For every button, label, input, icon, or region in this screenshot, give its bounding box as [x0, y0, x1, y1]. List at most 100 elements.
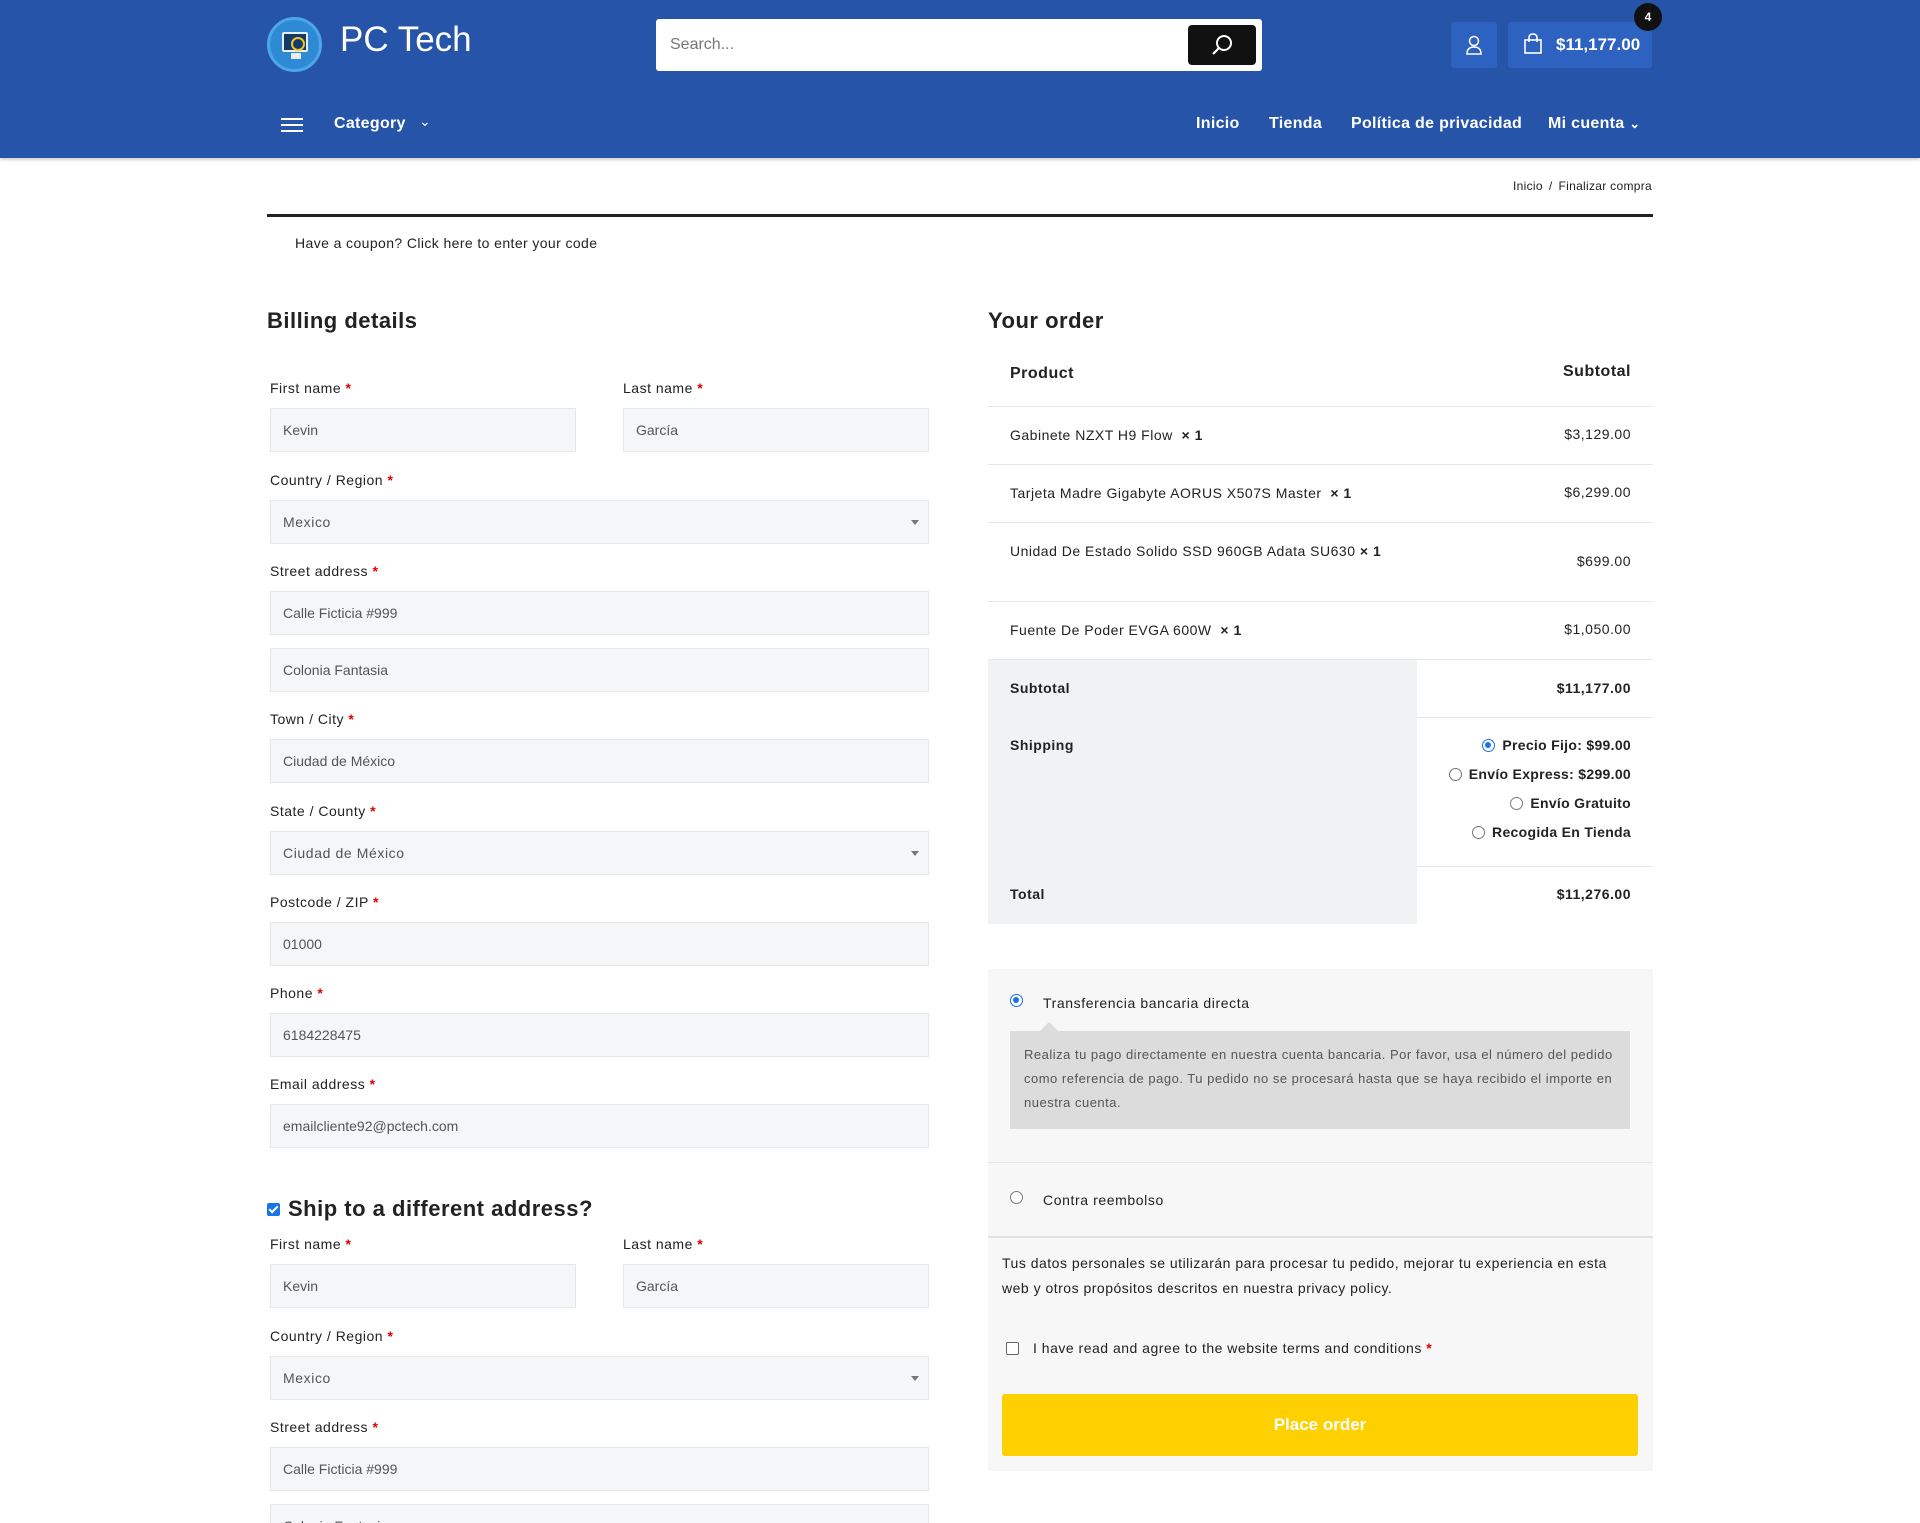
shipping-option[interactable]: Envío Express: $299.00 — [1448, 766, 1631, 782]
phone-label: Phone * — [270, 985, 324, 1001]
subtotal-label: Subtotal — [1010, 680, 1070, 696]
col-subtotal: Subtotal — [1563, 363, 1631, 380]
billing-street1-field[interactable]: Calle Ficticia #999 — [270, 591, 929, 635]
terms-text: I have read and agree to the website ter… — [1033, 1340, 1422, 1356]
totals-label-column — [988, 660, 1417, 924]
shipping-street2-field[interactable]: Colonia Fantasia — [270, 1504, 929, 1523]
first-name-label: First name * — [270, 380, 352, 396]
billing-city-field[interactable]: Ciudad de México — [270, 739, 929, 783]
nav-link-mi-cuenta[interactable]: Mi cuenta ⌄ — [1548, 115, 1640, 133]
search-button[interactable] — [1188, 25, 1256, 65]
country-label: Country / Region * — [270, 472, 394, 488]
radio-icon — [1472, 825, 1486, 839]
divider — [988, 1162, 1653, 1163]
breadcrumb-home[interactable]: Inicio — [1513, 179, 1543, 193]
shipping-option[interactable]: Precio Fijo: $99.00 — [1482, 737, 1631, 753]
shipping-option[interactable]: Envío Gratuito — [1510, 795, 1631, 811]
billing-country-value: Mexico — [283, 514, 331, 530]
billing-postcode-field[interactable]: 01000 — [270, 922, 929, 966]
city-label: Town / City * — [270, 711, 355, 727]
item-price: $1,050.00 — [1564, 621, 1631, 637]
site-logo-text[interactable]: PC Tech — [340, 20, 472, 60]
cart-total: $11,177.00 — [1556, 35, 1641, 54]
terms-checkbox[interactable] — [1006, 1342, 1019, 1355]
nav-link-tienda[interactable]: Tienda — [1269, 115, 1322, 133]
payment-label-bank[interactable]: Transferencia bancaria directa — [1043, 995, 1250, 1011]
chevron-down-icon[interactable]: ⌄ — [419, 113, 431, 130]
shipping-first-name-field[interactable]: Kevin — [270, 1264, 576, 1308]
item-price: $6,299.00 — [1564, 484, 1631, 500]
item-name: Tarjeta Madre Gigabyte AORUS X507S Maste… — [1010, 485, 1352, 501]
shipping-last-name-field[interactable]: García — [623, 1264, 929, 1308]
payment-label-cod[interactable]: Contra reembolso — [1043, 1192, 1164, 1208]
shopping-bag-icon — [1524, 33, 1542, 54]
billing-first-name-field[interactable]: Kevin — [270, 408, 576, 452]
total-value: $11,276.00 — [1556, 886, 1631, 902]
chevron-down-icon: ⌄ — [1629, 116, 1641, 131]
table-row: Fuente De Poder EVGA 600W × 1 $1,050.00 — [988, 602, 1653, 660]
coupon-link[interactable]: Have a coupon? Click here to enter your … — [295, 235, 597, 251]
nav-link-mi-cuenta-label: Mi cuenta — [1548, 115, 1625, 132]
logo-icon[interactable] — [267, 17, 322, 72]
shipping-option-label: Precio Fijo: $99.00 — [1502, 737, 1631, 753]
billing-title: Billing details — [267, 308, 418, 333]
item-name: Fuente De Poder EVGA 600W × 1 — [1010, 622, 1242, 638]
ship-different-checkbox[interactable] — [267, 1203, 280, 1216]
payment-radio-cod[interactable] — [1010, 1191, 1023, 1204]
caret-down-icon — [911, 520, 919, 525]
nav-link-privacidad[interactable]: Política de privacidad — [1351, 115, 1522, 133]
email-label: Email address * — [270, 1076, 376, 1092]
billing-email-field[interactable]: emailcliente92@pctech.com — [270, 1104, 929, 1148]
shipping-label: Shipping — [1010, 737, 1074, 753]
billing-state-value: Ciudad de México — [283, 845, 405, 861]
postcode-label: Postcode / ZIP * — [270, 894, 379, 910]
last-name-label: Last name * — [623, 380, 704, 396]
ship-first-name-label: First name * — [270, 1236, 352, 1252]
state-label: State / County * — [270, 803, 377, 819]
order-header-row: Product Subtotal — [988, 345, 1653, 407]
shipping-country-value: Mexico — [283, 1370, 331, 1386]
cart-button[interactable]: $11,177.00 — [1508, 22, 1652, 68]
shipping-option-label: Recogida En Tienda — [1492, 824, 1631, 840]
table-row: Tarjeta Madre Gigabyte AORUS X507S Maste… — [988, 465, 1653, 523]
item-price: $699.00 — [1576, 553, 1631, 569]
shipping-street1-field[interactable]: Calle Ficticia #999 — [270, 1447, 929, 1491]
ship-country-label: Country / Region * — [270, 1328, 394, 1344]
subtotal-value: $11,177.00 — [1556, 680, 1631, 696]
billing-street2-field[interactable]: Colonia Fantasia — [270, 648, 929, 692]
billing-country-select[interactable]: Mexico — [270, 500, 929, 544]
nav-link-inicio[interactable]: Inicio — [1196, 115, 1240, 133]
privacy-text: Tus datos personales se utilizarán para … — [1002, 1255, 1607, 1296]
order-totals: Subtotal $11,177.00 Shipping Precio Fijo… — [988, 660, 1653, 924]
category-menu[interactable]: Category — [334, 115, 406, 133]
search-icon — [1212, 35, 1232, 55]
place-order-button[interactable]: Place order — [1002, 1394, 1638, 1456]
shipping-option[interactable]: Recogida En Tienda — [1472, 824, 1631, 840]
caret-down-icon — [911, 851, 919, 856]
ship-different-title[interactable]: Ship to a different address? — [288, 1196, 593, 1222]
divider — [1417, 717, 1653, 718]
billing-last-name-field[interactable]: García — [623, 408, 929, 452]
col-product: Product — [1010, 365, 1074, 382]
payment-radio-bank[interactable] — [1010, 994, 1023, 1007]
divider — [988, 1236, 1653, 1238]
radio-icon — [1448, 767, 1462, 781]
user-icon — [1466, 35, 1482, 55]
terms-label[interactable]: I have read and agree to the website ter… — [1033, 1340, 1432, 1356]
ship-last-name-label: Last name * — [623, 1236, 704, 1252]
search-input[interactable] — [670, 29, 1170, 61]
billing-state-select[interactable]: Ciudad de México — [270, 831, 929, 875]
account-button[interactable] — [1451, 22, 1497, 68]
shipping-country-select[interactable]: Mexico — [270, 1356, 929, 1400]
item-name: Gabinete NZXT H9 Flow × 1 — [1010, 427, 1203, 443]
billing-phone-field[interactable]: 6184228475 — [270, 1013, 929, 1057]
caret-down-icon — [911, 1376, 919, 1381]
payment-description: Realiza tu pago directamente en nuestra … — [1010, 1022, 1630, 1129]
street-label: Street address * — [270, 563, 379, 579]
table-row: Gabinete NZXT H9 Flow × 1 $3,129.00 — [988, 407, 1653, 465]
top-header: PC Tech $11,177.00 4 — [0, 0, 1920, 91]
search-box — [656, 19, 1262, 71]
breadcrumb-current: Finalizar compra — [1558, 179, 1652, 193]
breadcrumb: Inicio / Finalizar compra — [1513, 179, 1652, 193]
hamburger-menu-icon[interactable] — [281, 118, 303, 132]
